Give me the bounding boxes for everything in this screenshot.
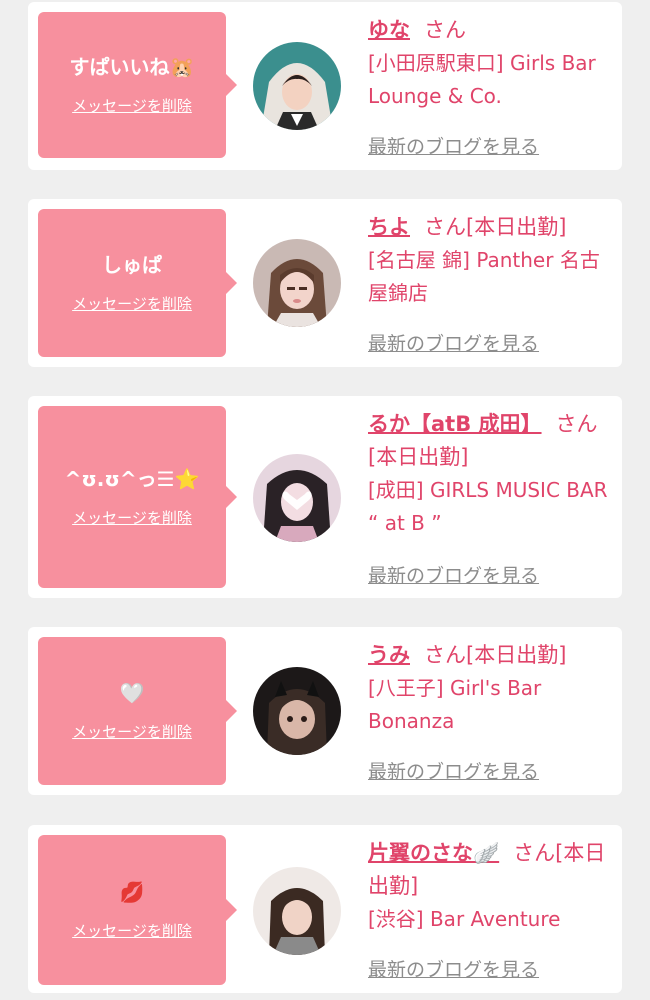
- user-name-link[interactable]: 片翼のさな🪽: [368, 841, 499, 865]
- delete-message-link[interactable]: メッセージを削除: [72, 722, 192, 742]
- user-info: 片翼のさな🪽 さん[本日出勤] [渋谷] Bar Aventure: [368, 837, 618, 936]
- message-bubble: 💋 メッセージを削除: [38, 835, 237, 985]
- message-bubble: しゅぱ メッセージを削除: [38, 209, 237, 357]
- avatar[interactable]: [253, 667, 341, 755]
- user-info: ちよ さん[本日出勤] [名古屋 錦] Panther 名古屋錦店: [368, 211, 618, 310]
- user-name-link[interactable]: うみ: [368, 643, 410, 667]
- san-label: さん: [424, 18, 466, 42]
- shop-name: [小田原駅東口] Girls Bar Lounge & Co.: [368, 51, 596, 108]
- message-list: すぱいいね🐹 メッセージを削除 ゆな さん [小田原駅東口] Girls Bar …: [0, 0, 650, 1000]
- message-text: 💋: [119, 880, 145, 904]
- message-text: すぱいいね🐹: [69, 55, 195, 79]
- avatar[interactable]: [253, 454, 341, 542]
- delete-message-link[interactable]: メッセージを削除: [72, 96, 192, 116]
- san-label: さん: [555, 412, 598, 436]
- latest-blog-link[interactable]: 最新のブログを見る: [368, 561, 539, 588]
- message-bubble: 🤍 メッセージを削除: [38, 637, 237, 785]
- user-name-link[interactable]: ゆな: [368, 18, 410, 42]
- delete-message-link[interactable]: メッセージを削除: [72, 921, 192, 941]
- avatar[interactable]: [253, 239, 341, 327]
- attendance-label: [本日出勤]: [466, 215, 567, 239]
- message-card: 💋 メッセージを削除 片翼のさな🪽 さん[本日出勤] [渋谷] Bar Avent…: [28, 825, 622, 993]
- san-label: さん: [424, 215, 466, 239]
- delete-message-link[interactable]: メッセージを削除: [72, 294, 192, 314]
- user-name-link[interactable]: るか【atB 成田】: [368, 412, 542, 436]
- attendance-label: [本日出勤]: [466, 643, 567, 667]
- message-bubble: すぱいいね🐹 メッセージを削除: [38, 12, 237, 158]
- message-card: ^ʊ.ʊ^っ☰⭐ メッセージを削除 るか【atB 成田】 さん [本日出勤] [成田…: [28, 396, 622, 598]
- shop-name: [渋谷] Bar Aventure: [368, 907, 561, 931]
- san-label: さん: [424, 643, 466, 667]
- user-info: ゆな さん [小田原駅東口] Girls Bar Lounge & Co.: [368, 14, 618, 113]
- delete-message-link[interactable]: メッセージを削除: [72, 508, 192, 528]
- message-text: ^ʊ.ʊ^っ☰⭐: [64, 467, 200, 491]
- user-name-link[interactable]: ちよ: [368, 215, 410, 239]
- user-info: るか【atB 成田】 さん [本日出勤] [成田] GIRLS MUSIC BAR …: [368, 408, 618, 540]
- shop-name: [八王子] Girl's Bar Bonanza: [368, 676, 542, 733]
- message-bubble: ^ʊ.ʊ^っ☰⭐ メッセージを削除: [38, 406, 237, 588]
- message-card: すぱいいね🐹 メッセージを削除 ゆな さん [小田原駅東口] Girls Bar …: [28, 2, 622, 170]
- avatar[interactable]: [253, 42, 341, 130]
- message-text: しゅぱ: [102, 253, 162, 277]
- attendance-label: [本日出勤]: [368, 445, 469, 469]
- shop-name: [名古屋 錦] Panther 名古屋錦店: [368, 248, 600, 305]
- message-text: 🤍: [119, 681, 145, 705]
- message-card: しゅぱ メッセージを削除 ちよ さん[本日出勤] [名古屋 錦] Panther …: [28, 199, 622, 367]
- avatar[interactable]: [253, 867, 341, 955]
- latest-blog-link[interactable]: 最新のブログを見る: [368, 955, 539, 982]
- message-card: 🤍 メッセージを削除 うみ さん[本日出勤] [八王子] Girl's Bar B…: [28, 627, 622, 795]
- latest-blog-link[interactable]: 最新のブログを見る: [368, 329, 539, 356]
- san-label: さん: [513, 841, 556, 865]
- shop-name: [成田] GIRLS MUSIC BAR “ at B ”: [368, 478, 608, 535]
- user-info: うみ さん[本日出勤] [八王子] Girl's Bar Bonanza: [368, 639, 618, 738]
- latest-blog-link[interactable]: 最新のブログを見る: [368, 132, 539, 159]
- latest-blog-link[interactable]: 最新のブログを見る: [368, 757, 539, 784]
